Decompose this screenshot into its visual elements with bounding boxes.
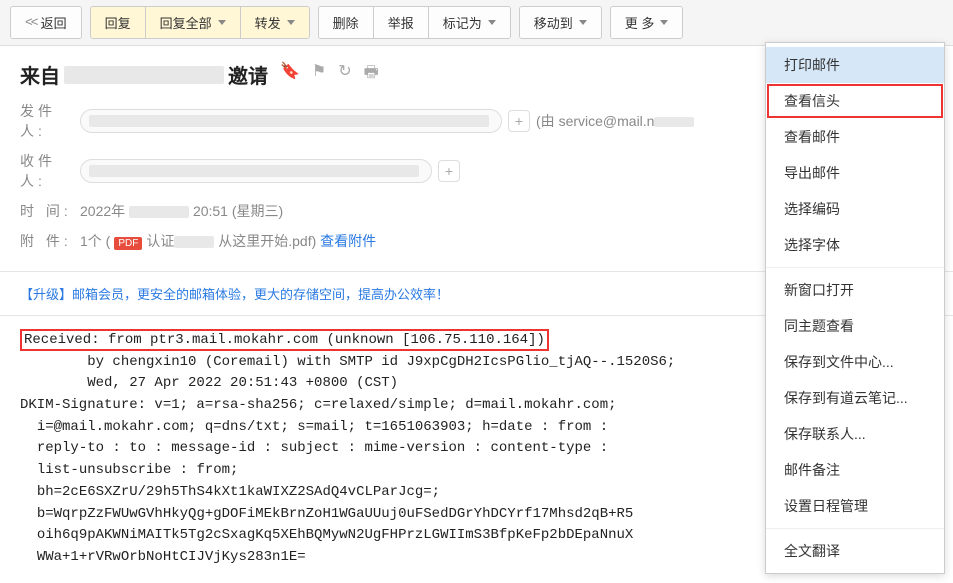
recipient-chip[interactable] — [80, 159, 432, 183]
reply-all-label: 回复全部 — [160, 13, 212, 32]
menu-new-window[interactable]: 新窗口打开 — [766, 272, 944, 308]
time-label: 时 间: — [20, 201, 80, 221]
redacted-text — [64, 66, 224, 84]
menu-schedule[interactable]: 设置日程管理 — [766, 488, 944, 524]
more-label: 更 多 — [625, 13, 655, 32]
from-label: 发件人: — [20, 101, 80, 141]
delete-button[interactable]: 删除 — [319, 7, 374, 38]
pdf-icon: PDF — [114, 237, 142, 250]
menu-encoding[interactable]: 选择编码 — [766, 191, 944, 227]
caret-down-icon — [488, 20, 496, 25]
more-button[interactable]: 更 多 — [611, 7, 683, 38]
attach-info: 1个 (PDF认证 从这里开始.pdf) — [80, 231, 316, 251]
mark-as-button[interactable]: 标记为 — [429, 7, 510, 38]
menu-save-youdao[interactable]: 保存到有道云笔记... — [766, 380, 944, 416]
sender-chip[interactable] — [80, 109, 502, 133]
time-value: 2022年 20:51 (星期三) — [80, 201, 283, 221]
caret-down-icon — [660, 20, 668, 25]
flag-icon[interactable]: ⚑ — [312, 61, 326, 88]
redacted-text — [174, 236, 214, 248]
report-button[interactable]: 举报 — [374, 7, 429, 38]
subject: 来自 邀请 — [20, 60, 268, 89]
menu-same-topic[interactable]: 同主题查看 — [766, 308, 944, 344]
menu-notes[interactable]: 邮件备注 — [766, 452, 944, 488]
menu-separator — [766, 528, 944, 529]
menu-separator — [766, 267, 944, 268]
forward-button[interactable]: 转发 — [241, 7, 309, 38]
subject-prefix: 来自 — [20, 60, 60, 89]
bookmark-icon[interactable]: 🔖 — [280, 61, 300, 88]
raw-rest: by chengxin10 (Coremail) with SMTP id J9… — [20, 354, 675, 565]
add-sender-button[interactable]: + — [508, 110, 530, 132]
menu-font[interactable]: 选择字体 — [766, 227, 944, 263]
to-label: 收件人: — [20, 151, 80, 191]
forward-label: 转发 — [255, 13, 281, 32]
menu-view-mail[interactable]: 查看邮件 — [766, 119, 944, 155]
redacted-text — [129, 206, 189, 218]
view-attachment-link[interactable]: 查看附件 — [320, 231, 376, 251]
reload-icon[interactable]: ↻ — [338, 61, 351, 88]
toolbar: << 返回 回复 回复全部 转发 删除 举报 标记为 移动到 更 多 — [0, 0, 953, 46]
reply-all-button[interactable]: 回复全部 — [146, 7, 241, 38]
attach-label: 附 件: — [20, 231, 80, 251]
reply-button[interactable]: 回复 — [91, 7, 146, 38]
print-icon[interactable]: 🖶 — [364, 61, 379, 88]
subject-suffix: 邀请 — [228, 60, 268, 89]
move-to-button[interactable]: 移动到 — [520, 7, 601, 38]
caret-down-icon — [579, 20, 587, 25]
move-to-label: 移动到 — [534, 13, 573, 32]
menu-view-header[interactable]: 查看信头 — [766, 83, 944, 119]
caret-down-icon — [218, 20, 226, 25]
redacted-text — [89, 115, 489, 127]
menu-export[interactable]: 导出邮件 — [766, 155, 944, 191]
menu-save-file[interactable]: 保存到文件中心... — [766, 344, 944, 380]
back-arrows-icon: << — [25, 15, 37, 30]
received-line-highlight: Received: from ptr3.mail.mokahr.com (unk… — [20, 329, 549, 351]
back-button[interactable]: << 返回 — [11, 7, 81, 38]
more-dropdown: 打印邮件 查看信头 查看邮件 导出邮件 选择编码 选择字体 新窗口打开 同主题查… — [765, 42, 945, 574]
menu-save-contact[interactable]: 保存联系人... — [766, 416, 944, 452]
redacted-text — [89, 165, 419, 177]
menu-print[interactable]: 打印邮件 — [766, 47, 944, 83]
caret-down-icon — [287, 20, 295, 25]
add-recipient-button[interactable]: + — [438, 160, 460, 182]
back-label: 返回 — [41, 13, 67, 32]
mark-as-label: 标记为 — [443, 13, 482, 32]
menu-translate[interactable]: 全文翻译 — [766, 533, 944, 569]
via-text: (由 service@mail.n — [536, 111, 694, 131]
